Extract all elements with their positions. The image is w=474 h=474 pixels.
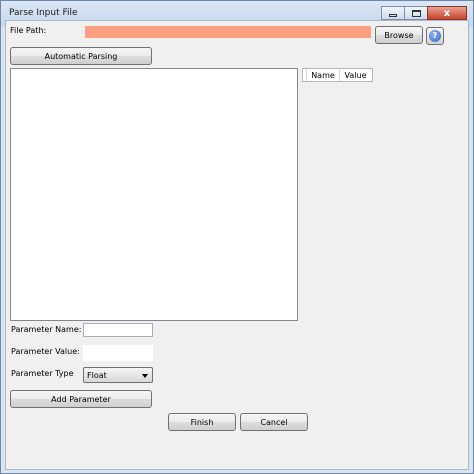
parameters-table[interactable]: Name Value [302, 68, 373, 82]
close-button[interactable]: x [427, 6, 467, 20]
add-parameter-button[interactable]: Add Parameter [10, 390, 152, 408]
finish-button[interactable]: Finish [168, 413, 236, 431]
chevron-down-icon [142, 374, 148, 378]
dialog-content: File Path: Browse ? Automatic Parsing Na… [5, 20, 469, 470]
file-path-label: File Path: [10, 26, 47, 35]
close-icon: x [443, 7, 451, 19]
parameter-type-select[interactable]: Float [83, 367, 153, 383]
parameter-value-label: Parameter Value: [11, 347, 80, 356]
caption-buttons: x [381, 6, 467, 20]
automatic-parsing-button[interactable]: Automatic Parsing [10, 47, 152, 65]
parse-input-file-dialog: Parse Input File x File Path: Browse ? A… [0, 0, 474, 474]
parameter-type-selected-value: Float [87, 370, 107, 380]
column-header-name[interactable]: Name [307, 69, 340, 81]
help-button[interactable]: ? [426, 27, 444, 45]
maximize-icon [411, 9, 421, 17]
parameter-value-input[interactable] [83, 345, 153, 361]
minimize-button[interactable] [381, 6, 405, 20]
window-title: Parse Input File [9, 8, 78, 18]
cancel-button[interactable]: Cancel [240, 413, 308, 431]
parameter-name-label: Parameter Name: [11, 325, 82, 334]
browse-button[interactable]: Browse [375, 26, 423, 44]
maximize-button[interactable] [404, 6, 428, 20]
help-icon: ? [429, 30, 441, 42]
file-path-field[interactable] [85, 26, 371, 38]
column-header-value[interactable]: Value [340, 69, 371, 81]
parameter-type-label: Parameter Type [11, 369, 74, 378]
minimize-icon [389, 13, 397, 17]
parameter-name-input[interactable] [83, 323, 153, 337]
file-content-area[interactable] [10, 68, 298, 321]
